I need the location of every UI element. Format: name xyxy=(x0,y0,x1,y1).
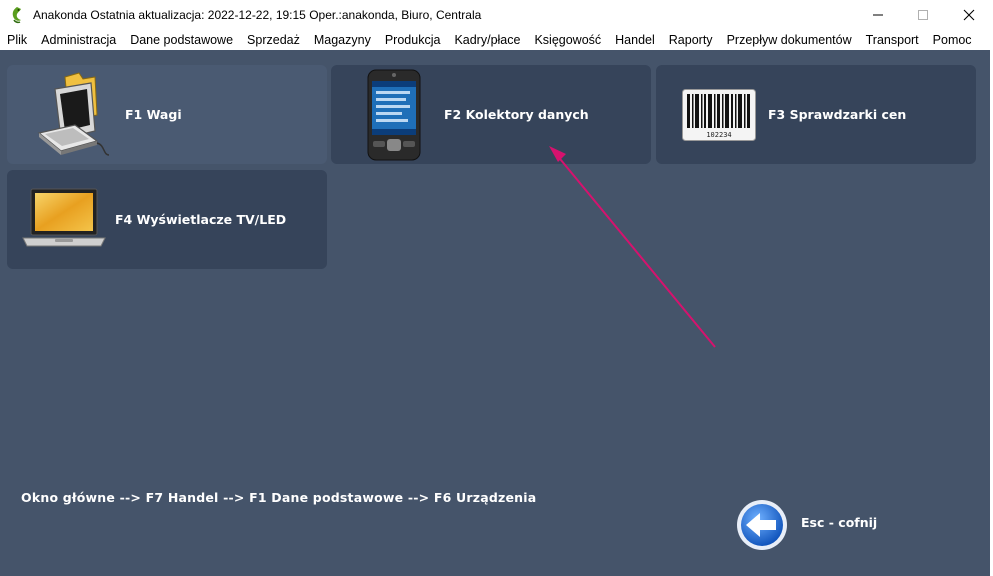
maximize-button[interactable] xyxy=(900,0,946,30)
close-button[interactable] xyxy=(946,0,992,30)
menu-pomoc[interactable]: Pomoc xyxy=(926,30,979,50)
menu-handel[interactable]: Handel xyxy=(608,30,662,50)
menu-bar: Plik Administracja Dane podstawowe Sprze… xyxy=(0,30,993,50)
window-title: Anakonda Ostatnia aktualizacja: 2022-12-… xyxy=(33,8,482,22)
tile-f2-kolektory-danych[interactable]: F2 Kolektory danych xyxy=(331,65,651,164)
menu-administracja[interactable]: Administracja xyxy=(34,30,123,50)
menu-produkcja[interactable]: Produkcja xyxy=(378,30,448,50)
minimize-icon xyxy=(873,14,883,16)
tile-label: F1 Wagi xyxy=(125,107,182,122)
main-panel: F1 Wagi F2 Kolektory danych 102234 F3 Sp… xyxy=(0,50,993,576)
tile-f3-sprawdzarki-cen[interactable]: 102234 F3 Sprawdzarki cen xyxy=(656,65,976,164)
minimize-button[interactable] xyxy=(855,0,901,30)
menu-magazyny[interactable]: Magazyny xyxy=(307,30,378,50)
tile-f1-wagi[interactable]: F1 Wagi xyxy=(7,65,327,164)
maximize-icon xyxy=(918,10,928,20)
tile-label: F3 Sprawdzarki cen xyxy=(768,107,907,122)
tile-label: F4 Wyświetlacze TV/LED xyxy=(115,212,287,227)
pda-device-icon xyxy=(367,69,421,161)
menu-przeplyw-dokumentow[interactable]: Przepływ dokumentów xyxy=(720,30,859,50)
title-bar: Anakonda Ostatnia aktualizacja: 2022-12-… xyxy=(0,0,993,30)
close-icon xyxy=(963,9,975,21)
tile-f4-wyswietlacze-tv-led[interactable]: F4 Wyświetlacze TV/LED xyxy=(7,170,327,269)
menu-plik[interactable]: Plik xyxy=(0,30,34,50)
computer-icon xyxy=(37,72,110,156)
menu-transport[interactable]: Transport xyxy=(859,30,926,50)
barcode-number: 102234 xyxy=(706,131,731,139)
menu-dane-podstawowe[interactable]: Dane podstawowe xyxy=(123,30,240,50)
tile-label: F2 Kolektory danych xyxy=(444,107,589,122)
back-arrow-icon xyxy=(737,500,787,550)
menu-sprzedaz[interactable]: Sprzedaż xyxy=(240,30,307,50)
breadcrumb: Okno główne --> F7 Handel --> F1 Dane po… xyxy=(21,490,537,505)
laptop-icon xyxy=(22,188,106,247)
menu-ksiegowosc[interactable]: Księgowość xyxy=(527,30,608,50)
anakonda-app-icon xyxy=(12,7,21,24)
esc-back-label: Esc - cofnij xyxy=(801,515,878,530)
barcode-icon: 102234 xyxy=(682,89,756,141)
esc-back-button[interactable]: Esc - cofnij xyxy=(736,499,896,551)
menu-raporty[interactable]: Raporty xyxy=(662,30,720,50)
menu-kadry-place[interactable]: Kadry/płace xyxy=(447,30,527,50)
